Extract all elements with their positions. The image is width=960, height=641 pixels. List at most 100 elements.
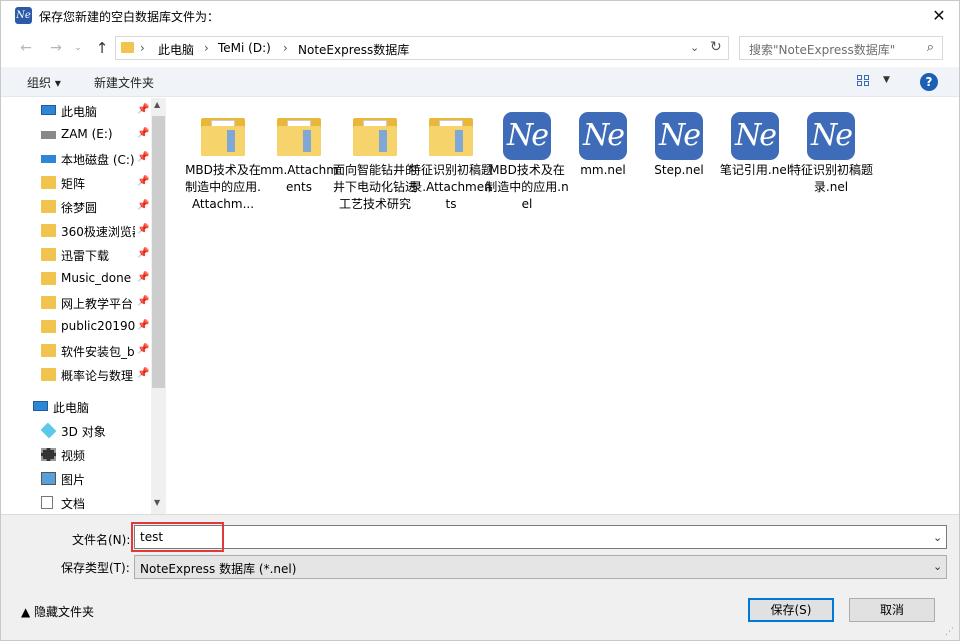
pin-icon[interactable]: 📌 [137, 320, 149, 331]
folder-icon [121, 42, 134, 53]
address-dropdown[interactable]: ⌄ [690, 41, 699, 54]
organize-menu[interactable]: 组织 ▾ [27, 74, 61, 91]
pin-icon[interactable]: 📌 [137, 248, 149, 259]
navigation-pane: 此电脑 📌 ZAM (E:) 📌 本地磁盘 (C:) 📌 矩阵 📌 徐梦圆 📌 … [1, 98, 166, 514]
sidebar-item-this-pc[interactable]: 此电脑 [33, 396, 151, 418]
pc-icon [33, 401, 48, 411]
forward-button[interactable]: → [45, 37, 67, 59]
drive-icon [41, 155, 56, 163]
up-button[interactable]: ↑ [91, 37, 113, 59]
filetype-select[interactable]: NoteExpress 数据库 (*.nel) [134, 555, 947, 579]
sidebar-item-folder[interactable]: 迅雷下载 📌 [41, 244, 151, 266]
title-bar: Ne 保存您新建的空白数据库文件为： ✕ [1, 1, 959, 31]
resize-grip-icon[interactable]: ⋰ [945, 627, 954, 637]
save-button[interactable]: 保存(S) [748, 598, 834, 622]
folder-icon [41, 296, 56, 309]
sidebar-item-folder[interactable]: 概率论与数理 📌 [41, 364, 151, 386]
hide-folders-toggle[interactable]: ▲ 隐藏文件夹 [21, 603, 94, 620]
file-name: 特征识别初稿题录.Attachments [409, 163, 494, 211]
search-placeholder: 搜索"NoteExpress数据库" [749, 43, 896, 57]
sidebar-item-3d-objects[interactable]: 3D 对象 [40, 420, 151, 442]
scroll-up-arrow[interactable]: ▲ [154, 100, 160, 109]
pin-icon[interactable]: 📌 [137, 272, 149, 283]
pin-icon[interactable]: 📌 [137, 128, 149, 139]
noteexpress-file-icon: Ne [807, 112, 855, 160]
breadcrumb-this-pc[interactable]: 此电脑 [158, 41, 194, 58]
sidebar-item-folder[interactable]: Music_done 📌 [41, 268, 151, 290]
pin-icon[interactable]: 📌 [137, 224, 149, 235]
sidebar-item-label: 迅雷下载 [61, 249, 110, 263]
new-folder-button[interactable]: 新建文件夹 [94, 74, 154, 91]
sidebar-item-label: 网上教学平台 [61, 297, 134, 311]
file-name: 特征识别初稿题录.nel [789, 163, 874, 194]
pin-icon[interactable]: 📌 [137, 104, 149, 115]
back-button[interactable]: ← [15, 37, 37, 59]
help-icon[interactable]: ? [920, 73, 938, 91]
sidebar-item-label: 软件安装包_b [61, 345, 135, 359]
file-name: MBD技术及在制造中的应用.nel [485, 163, 569, 211]
save-options-panel: 文件名(N): ⌄ 保存类型(T): NoteExpress 数据库 (*.ne… [1, 514, 959, 640]
sidebar-item-label: 此电脑 [53, 401, 90, 415]
breadcrumb-separator[interactable]: › [140, 41, 145, 55]
sidebar-item-folder[interactable]: 矩阵 📌 [41, 172, 151, 194]
filename-input[interactable] [134, 525, 947, 549]
sidebar-item-label: 图片 [61, 473, 86, 487]
sidebar-item-this-pc-quick[interactable]: 此电脑 📌 [41, 100, 151, 122]
noteexpress-file-icon: Ne [731, 112, 779, 160]
document-icon [41, 496, 53, 509]
folder-icon [41, 224, 56, 237]
sidebar-item-folder[interactable]: 徐梦圆 📌 [41, 196, 151, 218]
sidebar-item-folder[interactable]: public201904 📌 [41, 316, 151, 338]
sidebar-item-local-disk-c[interactable]: 本地磁盘 (C:) 📌 [41, 148, 151, 170]
address-bar[interactable]: › 此电脑 › TeMi (D:) › NoteExpress数据库 ⌄ ↻ [115, 36, 729, 60]
file-list: MBD技术及在制造中的应用.Attachm... mm.Attachments … [167, 98, 959, 514]
noteexpress-file-icon: Ne [655, 112, 703, 160]
breadcrumb-separator[interactable]: › [283, 41, 288, 55]
view-options-dropdown[interactable]: ▼ [883, 75, 890, 85]
folder-icon [353, 118, 397, 156]
pin-icon[interactable]: 📌 [137, 176, 149, 187]
pin-icon[interactable]: 📌 [137, 152, 149, 163]
folder-icon [41, 200, 56, 213]
folder-icon [277, 118, 321, 156]
file-name: MBD技术及在制造中的应用.Attachm... [185, 163, 261, 211]
sidebar-item-documents[interactable]: 文档 [41, 492, 151, 514]
filename-history-dropdown[interactable]: ⌄ [933, 531, 942, 544]
refresh-icon[interactable]: ↻ [710, 39, 722, 55]
sidebar-item-folder[interactable]: 网上教学平台 📌 [41, 292, 151, 314]
scroll-down-arrow[interactable]: ▼ [154, 498, 160, 507]
pin-icon[interactable]: 📌 [137, 344, 149, 355]
view-options-icon[interactable] [857, 75, 871, 87]
navigation-bar: ← → ⌄ ↑ › 此电脑 › TeMi (D:) › NoteExpress数… [1, 35, 959, 63]
pin-icon[interactable]: 📌 [137, 368, 149, 379]
sidebar-item-label: 徐梦圆 [61, 201, 98, 215]
cancel-button[interactable]: 取消 [849, 598, 935, 622]
noteexpress-file-icon: Ne [579, 112, 627, 160]
sidebar-item-label: 360极速浏览器 [61, 225, 135, 239]
save-dialog: Ne 保存您新建的空白数据库文件为： ✕ ← → ⌄ ↑ › 此电脑 › TeM… [0, 0, 960, 641]
recent-locations-dropdown[interactable]: ⌄ [67, 37, 89, 59]
breadcrumb-current-folder[interactable]: NoteExpress数据库 [298, 41, 409, 58]
search-box[interactable]: 搜索"NoteExpress数据库" ⌕ [739, 36, 943, 60]
noteexpress-file-icon: Ne [503, 112, 551, 160]
pin-icon[interactable]: 📌 [137, 296, 149, 307]
video-icon [41, 448, 56, 461]
command-toolbar: 组织 ▾ 新建文件夹 ▼ ? [1, 67, 959, 97]
sidebar-item-folder[interactable]: 软件安装包_b 📌 [41, 340, 151, 362]
search-icon[interactable]: ⌕ [927, 40, 934, 55]
sidebar-scrollbar[interactable]: ▲ ▼ [151, 98, 166, 514]
sidebar-item-label: 此电脑 [61, 105, 98, 119]
filetype-dropdown-arrow[interactable]: ⌄ [933, 560, 942, 573]
folder-icon [41, 320, 56, 333]
pin-icon[interactable]: 📌 [137, 200, 149, 211]
close-button[interactable]: ✕ [925, 3, 953, 29]
sidebar-item-videos[interactable]: 视频 [41, 444, 151, 466]
breadcrumb-drive[interactable]: TeMi (D:) [218, 41, 271, 55]
sidebar-item-label: 概率论与数理 [61, 369, 134, 383]
sidebar-item-zam-drive[interactable]: ZAM (E:) 📌 [41, 124, 151, 146]
sidebar-item-pictures[interactable]: 图片 [41, 468, 151, 490]
drive-icon [41, 131, 56, 139]
sidebar-item-folder[interactable]: 360极速浏览器 📌 [41, 220, 151, 242]
scroll-thumb[interactable] [152, 116, 165, 388]
breadcrumb-separator[interactable]: › [204, 41, 209, 55]
